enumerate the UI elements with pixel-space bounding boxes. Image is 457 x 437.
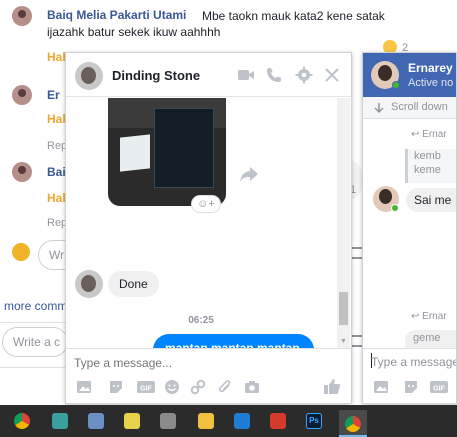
media-icon[interactable] — [124, 413, 140, 429]
divider — [0, 367, 65, 368]
scroll-down-label: Scroll down — [391, 101, 448, 113]
quoted-message: kemb keme — [405, 149, 456, 183]
quote-line: keme — [414, 164, 441, 176]
online-indicator — [391, 204, 399, 212]
app2-icon[interactable] — [198, 413, 214, 429]
share-icon[interactable] — [239, 165, 259, 183]
second-chat-header[interactable]: Ernarey Active no — [363, 53, 456, 97]
vscode-icon[interactable] — [234, 413, 250, 429]
camera-icon[interactable] — [244, 379, 260, 395]
sticker-icon[interactable] — [108, 379, 124, 395]
reply-label: ↩ Ernar — [411, 129, 447, 140]
commenter-avatar[interactable] — [12, 6, 32, 26]
photo-icon[interactable] — [76, 379, 92, 395]
gif-icon[interactable]: GIF — [136, 379, 156, 395]
sticker-icon[interactable] — [403, 379, 419, 395]
reply-label: ↩ Ernar — [411, 311, 447, 322]
svg-text:GIF: GIF — [433, 386, 445, 393]
shared-photo[interactable] — [108, 98, 226, 206]
add-reaction-icon[interactable]: ☺+ — [191, 195, 221, 213]
scroll-down-icon — [374, 103, 384, 114]
chrome-active-icon[interactable] — [339, 410, 367, 437]
gif-icon[interactable]: GIF — [429, 379, 449, 395]
scrollbar-thumb[interactable] — [339, 292, 348, 325]
photoshop-icon[interactable]: Ps — [306, 413, 322, 429]
message-timestamp: 06:25 — [188, 315, 214, 326]
scroll-down-arrow-icon[interactable]: ▼ — [337, 338, 350, 348]
quote-line: kemb — [414, 150, 441, 162]
commenter-name[interactable]: Er — [47, 88, 60, 102]
message-input[interactable] — [74, 354, 334, 372]
photo-icon[interactable] — [373, 379, 389, 395]
composer: GIF — [66, 348, 351, 403]
taskbar: Ps — [0, 405, 457, 437]
commenter-avatar[interactable] — [12, 162, 32, 182]
chat-header[interactable]: Dinding Stone — [66, 53, 351, 97]
incoming-message: Sai me — [406, 188, 456, 212]
user-avatar — [12, 243, 30, 261]
message-list: ☺+ Done 06:25 mantap mantap mantap paman — [66, 98, 351, 378]
quoted-message: geme — [405, 330, 456, 348]
contact-name[interactable]: Ernarey — [408, 61, 453, 75]
store-icon[interactable] — [88, 413, 104, 429]
comment-text-line2: ijazahk batur sekek ikuw aahhhh — [47, 25, 221, 39]
write-comment-input[interactable]: Write a c — [2, 327, 68, 357]
files-icon[interactable] — [160, 413, 176, 429]
scroll-down-banner[interactable]: Scroll down — [363, 97, 456, 119]
close-icon[interactable] — [322, 65, 342, 85]
divider — [0, 322, 70, 323]
comment-text: Mbe taokn mauk kata2 kene satak — [202, 9, 385, 23]
commenter-avatar[interactable] — [12, 85, 32, 105]
contact-name[interactable]: Dinding Stone — [112, 68, 200, 83]
svg-text:GIF: GIF — [140, 386, 152, 393]
settings-icon[interactable] — [294, 65, 314, 85]
attachment-icon[interactable] — [217, 379, 233, 395]
phone-call-icon[interactable] — [264, 65, 284, 85]
link-icon[interactable] — [190, 379, 206, 395]
message-input[interactable]: Type a message — [371, 355, 456, 369]
emoji-icon[interactable] — [164, 379, 180, 395]
composer: Type a message GIF — [363, 348, 456, 403]
second-chat-window: Ernarey Active no Scroll down ↩ Ernar ke… — [362, 52, 457, 404]
chrome-icon[interactable] — [14, 413, 30, 429]
chat-window: Dinding Stone ☺+ Done 06:25 mantap manta… — [65, 52, 352, 404]
app-icon[interactable] — [52, 413, 68, 429]
active-status: Active no — [408, 77, 454, 89]
incoming-message: Done — [108, 271, 159, 297]
contact-avatar[interactable] — [75, 62, 103, 90]
video-call-icon[interactable] — [236, 65, 256, 85]
thumbs-up-icon[interactable] — [323, 377, 341, 395]
contact-avatar[interactable] — [75, 270, 103, 298]
commenter-name[interactable]: Baiq Melia Pakarti Utami — [47, 8, 186, 22]
commenter-name[interactable]: Bai — [47, 165, 66, 179]
online-indicator — [392, 81, 400, 89]
filezilla-icon[interactable] — [270, 413, 286, 429]
more-comments-link[interactable]: more comm — [4, 299, 67, 313]
